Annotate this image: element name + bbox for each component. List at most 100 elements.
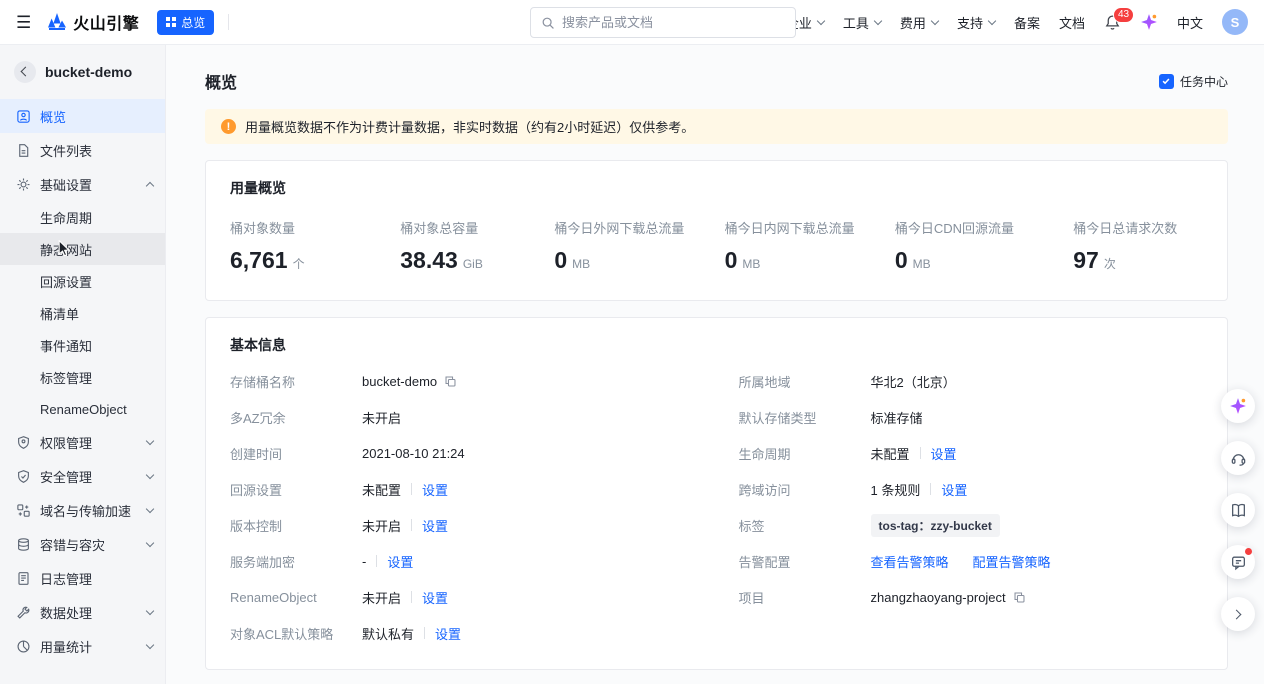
stat-object-count: 桶对象数量 6,761 个	[230, 218, 400, 274]
info-label: 所属地域	[739, 372, 871, 391]
sidebar-item-domain-acceleration[interactable]: 域名与传输加速	[0, 493, 165, 527]
sidebar-item-tag-management[interactable]: 标签管理	[0, 361, 165, 393]
stat-value: 6,761	[230, 247, 288, 274]
stat-external-download: 桶今日外网下载总流量 0 MB	[554, 218, 724, 274]
notifications-button[interactable]: 43	[1104, 14, 1121, 31]
sidebar-item-label: 基础设置	[40, 175, 92, 194]
info-label: 服务端加密	[230, 552, 362, 571]
stat-value: 97	[1073, 247, 1099, 274]
row-acl-default-policy: 对象ACL默认策略 默认私有 设置	[230, 615, 695, 651]
info-value: 未配置	[362, 480, 401, 499]
divider	[424, 627, 425, 639]
sidebar-item-overview[interactable]: 概览	[0, 99, 165, 133]
support-button[interactable]	[1221, 441, 1255, 475]
sidebar-item-usage-statistics[interactable]: 用量统计	[0, 629, 165, 663]
sidebar-item-label: 容错与容灾	[40, 535, 105, 554]
sidebar-item-data-processing[interactable]: 数据处理	[0, 595, 165, 629]
overview-badge[interactable]: 总览	[157, 10, 214, 35]
stat-label: 桶今日CDN回源流量	[895, 218, 1073, 237]
collapse-toolbar-button[interactable]	[1221, 597, 1255, 631]
stat-label: 桶今日外网下载总流量	[554, 218, 724, 237]
stat-unit: MB	[742, 257, 760, 271]
sidebar-item-fault-tolerance[interactable]: 容错与容灾	[0, 527, 165, 561]
copy-icon[interactable]	[1013, 591, 1026, 604]
sidebar-item-label: 标签管理	[40, 368, 92, 387]
nav-docs[interactable]: 文档	[1059, 13, 1085, 32]
configure-alarm-policy-link[interactable]: 配置告警策略	[973, 552, 1051, 571]
settings-link[interactable]: 设置	[422, 480, 448, 499]
copy-icon[interactable]	[444, 375, 457, 388]
notice-text: 用量概览数据不作为计费计量数据，非实时数据（约有2小时延迟）仅供参考。	[245, 117, 694, 136]
basic-info-left-column: 存储桶名称 bucket-demo 多AZ冗余 未开启 创建时间	[230, 363, 695, 651]
nav-expenses[interactable]: 费用	[900, 13, 938, 32]
settings-link[interactable]: 设置	[435, 624, 461, 643]
nav-tools[interactable]: 工具	[843, 13, 881, 32]
sidebar-item-file-list[interactable]: 文件列表	[0, 133, 165, 167]
back-button[interactable]	[14, 61, 36, 83]
settings-link[interactable]: 设置	[941, 480, 967, 499]
warning-icon: !	[221, 119, 236, 134]
view-alarm-policy-link[interactable]: 查看告警策略	[871, 552, 949, 571]
row-default-storage-class: 默认存储类型 标准存储	[739, 399, 1204, 435]
bucket-name: bucket-demo	[45, 64, 132, 80]
avatar[interactable]: S	[1222, 9, 1248, 35]
sidebar-item-permission-management[interactable]: 权限管理	[0, 425, 165, 459]
info-value: 默认私有	[362, 624, 414, 643]
book-icon	[1230, 502, 1247, 519]
tag-chip: tos-tag：zzy-bucket	[871, 514, 1000, 537]
task-check-icon	[1159, 74, 1174, 89]
sidebar-item-event-notification[interactable]: 事件通知	[0, 329, 165, 361]
divider	[920, 447, 921, 459]
row-project: 项目 zhangzhaoyang-project	[739, 579, 1204, 615]
stat-cdn-origin-traffic: 桶今日CDN回源流量 0 MB	[895, 218, 1073, 274]
settings-link[interactable]: 设置	[931, 444, 957, 463]
nav-icp-filing[interactable]: 备案	[1014, 13, 1040, 32]
divider	[411, 519, 412, 531]
mouse-cursor-icon	[58, 240, 70, 257]
basic-info-card: 基本信息 存储桶名称 bucket-demo 多AZ冗余	[205, 317, 1228, 670]
info-value: 标准存储	[871, 408, 923, 427]
info-value: 2021-08-10 21:24	[362, 446, 465, 461]
info-label: 版本控制	[230, 516, 362, 535]
task-center-button[interactable]: 任务中心	[1159, 73, 1228, 90]
sidebar-item-log-management[interactable]: 日志管理	[0, 561, 165, 595]
basic-info-grid: 存储桶名称 bucket-demo 多AZ冗余 未开启 创建时间	[206, 355, 1227, 669]
sidebar-item-bucket-inventory[interactable]: 桶清单	[0, 297, 165, 329]
stat-label: 桶今日内网下载总流量	[725, 218, 895, 237]
feedback-button[interactable]	[1221, 545, 1255, 579]
info-label: 创建时间	[230, 444, 362, 463]
settings-link[interactable]: 设置	[422, 588, 448, 607]
nav-support[interactable]: 支持	[957, 13, 995, 32]
documentation-button[interactable]	[1221, 493, 1255, 527]
ai-assistant-button[interactable]	[1221, 389, 1255, 423]
domain-icon	[16, 503, 31, 518]
sidebar-item-label: 生命周期	[40, 208, 92, 227]
page-title: 概览	[205, 69, 237, 93]
sidebar-item-lifecycle[interactable]: 生命周期	[0, 201, 165, 233]
language-switch[interactable]: 中文	[1177, 13, 1203, 32]
chevron-down-icon	[146, 437, 154, 445]
settings-link[interactable]: 设置	[422, 516, 448, 535]
sidebar-item-mirror-back[interactable]: 回源设置	[0, 265, 165, 297]
stat-internal-download: 桶今日内网下载总流量 0 MB	[725, 218, 895, 274]
spark-icon	[1140, 13, 1158, 31]
row-cors: 跨域访问 1 条规则 设置	[739, 471, 1204, 507]
overview-badge-label: 总览	[181, 14, 205, 31]
chevron-down-icon	[931, 17, 939, 25]
search-input[interactable]	[562, 15, 785, 30]
basic-info-title: 基本信息	[206, 318, 1227, 355]
menu-icon[interactable]: ☰	[16, 14, 31, 31]
sidebar: bucket-demo 概览 文件列表	[0, 45, 166, 684]
sidebar-item-security-management[interactable]: 安全管理	[0, 459, 165, 493]
usage-notice-banner: ! 用量概览数据不作为计费计量数据，非实时数据（约有2小时延迟）仅供参考。	[205, 109, 1228, 144]
notification-badge: 43	[1113, 7, 1134, 23]
sidebar-item-basic-settings[interactable]: 基础设置	[0, 167, 165, 201]
info-value: 未配置	[871, 444, 910, 463]
sidebar-item-rename-object[interactable]: RenameObject	[0, 393, 165, 425]
sidebar-item-static-website[interactable]: 静态网站	[0, 233, 165, 265]
chevron-down-icon	[988, 17, 996, 25]
sidebar-item-label: 日志管理	[40, 569, 92, 588]
ark-assistant-icon[interactable]	[1140, 13, 1158, 31]
settings-link[interactable]: 设置	[387, 552, 413, 571]
nav-label: 工具	[843, 13, 869, 32]
